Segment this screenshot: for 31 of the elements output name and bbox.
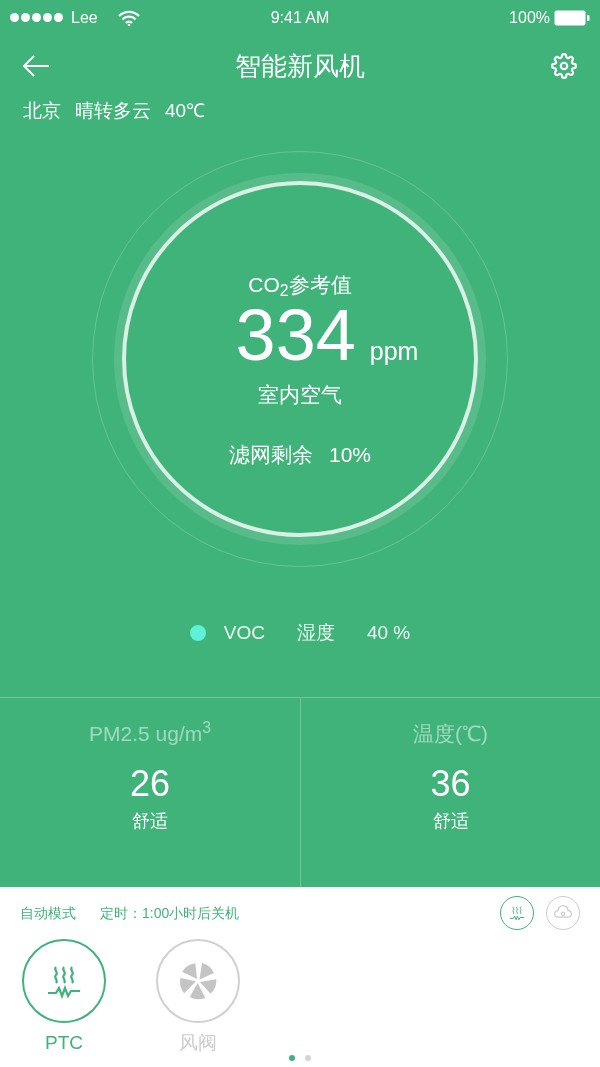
battery-percent: 100% [509,7,550,28]
battery-icon [554,9,590,26]
carrier-name: Lee [71,7,98,28]
stat-title: PM2.5 ug/m$^{3}$ [89,718,211,747]
stat-status: 舒适 [132,810,168,833]
weather-text: 40℃ [165,98,206,123]
legend-text: 40 % [366,620,411,645]
page-title: 智能新风机 [235,49,365,83]
weather-text: 晴转多云 [75,98,151,123]
clock-time: 9:41 AM [270,7,330,28]
timer-label: 定时：1:00小时后关机 [100,903,240,923]
weather-text: 北京 [23,98,61,123]
heater-mode-button[interactable] [22,939,106,1023]
mode-label: 自动模式 [20,903,76,923]
settings-icon[interactable] [550,52,578,80]
stat-status: 舒适 [432,810,469,833]
signal-icon [10,13,63,22]
filter-label: 滤网剩余 [229,441,313,468]
unit-label: ppm [369,336,419,367]
fan-mode-button[interactable] [156,939,240,1023]
filter-value: 10% [329,441,371,468]
heater-icon [508,904,526,922]
wifi-icon [117,9,140,26]
stat-value: 26 [129,762,170,806]
legend-label: VOC [223,620,265,645]
fan-icon [178,961,218,1001]
stat-title: 温度(℃) [413,721,488,747]
air-label: 室内空气 [258,382,342,408]
legend-text: 湿度 [296,620,335,645]
stat-value: 36 [430,762,471,806]
mode-name: PTC [45,1031,83,1055]
